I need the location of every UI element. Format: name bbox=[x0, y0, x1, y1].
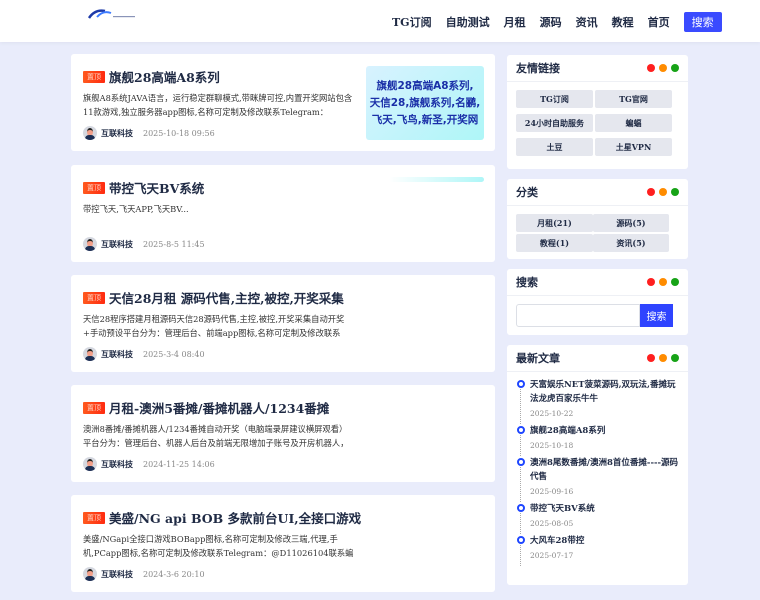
search-input[interactable] bbox=[516, 304, 640, 327]
author-avatar bbox=[83, 457, 97, 471]
thumbnail-text: 旗舰28高端A8系列, bbox=[376, 79, 474, 92]
thumbnail-text: 飞天,飞鸟,新圣,开奖网 bbox=[371, 113, 479, 126]
window-dots-icon bbox=[643, 354, 679, 362]
friend-link[interactable]: 土星VPN bbox=[595, 138, 672, 156]
latest-post-item[interactable]: 澳洲8尾数番摊/澳洲8首位番摊----源码代售 2025-09-16 bbox=[517, 456, 679, 502]
pinned-badge: 置顶 bbox=[83, 401, 105, 414]
widget-title: 最新文章 bbox=[516, 352, 560, 365]
friend-link[interactable]: 土豆 bbox=[516, 138, 593, 156]
latest-post-date: 2025-10-18 bbox=[530, 441, 574, 450]
header-search-button[interactable]: 搜索 bbox=[683, 12, 722, 32]
latest-post-date: 2025-10-22 bbox=[530, 409, 574, 418]
nav-source[interactable]: 源码 bbox=[540, 14, 562, 30]
post-date: 2025-8-5 11:45 bbox=[143, 239, 205, 249]
post-excerpt: 旗舰A8系统JAVA语言，运行稳定群聊模式,带眯牌可控,内置开奖网站包含11款游… bbox=[83, 93, 353, 117]
site-logo[interactable] bbox=[87, 8, 137, 20]
friend-link[interactable]: TG官网 bbox=[595, 90, 672, 108]
latest-post-title[interactable]: 旗舰28高端A8系列 bbox=[530, 424, 679, 438]
post-date: 2025-10-18 09:56 bbox=[143, 128, 215, 138]
post-card[interactable]: 置顶 美盛/NG api BOB 多款前台UI,全接口游戏 美盛/NGapi全接口… bbox=[71, 495, 495, 592]
post-author: 互联科技 bbox=[101, 238, 133, 249]
latest-post-title[interactable]: 大风车28带控 bbox=[530, 534, 679, 548]
category-link[interactable]: 月租(21) bbox=[516, 214, 593, 232]
latest-post-item[interactable]: 带控飞天BV系统 2025-08-05 bbox=[517, 502, 679, 534]
latest-post-item[interactable]: 旗舰28高端A8系列 2025-10-18 bbox=[517, 424, 679, 456]
friend-links-widget: 友情链接 TG订阅 TG官网 24小时自助服务 蝙蝠 土豆 土星VPN bbox=[507, 55, 688, 169]
post-date: 2024-11-25 14:06 bbox=[143, 459, 215, 469]
latest-post-title[interactable]: 澳洲8尾数番摊/澳洲8首位番摊----源码代售 bbox=[530, 456, 679, 484]
window-dots-icon bbox=[643, 278, 679, 286]
friend-link[interactable]: 蝙蝠 bbox=[595, 114, 672, 132]
category-link[interactable]: 源码(5) bbox=[593, 214, 669, 232]
pinned-badge: 置顶 bbox=[83, 70, 105, 83]
categories-widget: 分类 月租(21) 源码(5) 教程(1) 资讯(5) bbox=[507, 179, 688, 259]
post-card[interactable]: 置顶 月租-澳洲5番摊/番摊机器人/1234番摊 澳洲8番摊/番摊机器人/1234… bbox=[71, 385, 495, 482]
author-avatar bbox=[83, 347, 97, 361]
pinned-badge: 置顶 bbox=[83, 181, 105, 194]
friend-link[interactable]: TG订阅 bbox=[516, 90, 593, 108]
latest-post-item[interactable]: 天富娱乐NET菠菜源码,双玩法,番摊玩法龙虎百家乐牛牛 2025-10-22 bbox=[517, 378, 679, 424]
latest-post-item[interactable]: 大风车28带控 2025-07-17 bbox=[517, 534, 679, 566]
latest-post-date: 2025-08-05 bbox=[530, 519, 574, 528]
main-nav: TG订阅 自助测试 月租 源码 资讯 教程 首页 搜索 bbox=[392, 12, 722, 32]
post-author: 互联科技 bbox=[101, 568, 133, 579]
latest-post-date: 2025-09-16 bbox=[530, 487, 574, 496]
post-thumbnail[interactable]: 旗舰28高端A8系列, 天信28,旗舰系列,名鹂, 飞天,飞鸟,新圣,开奖网 bbox=[366, 66, 484, 140]
author-avatar bbox=[83, 567, 97, 581]
post-excerpt: 带控飞天,飞天APP,飞天BV... bbox=[83, 204, 189, 214]
post-excerpt: 澳洲8番摊/番摊机器人/1234番摊自动开奖（电脑端录屏建议横屏观看）平台分为：… bbox=[83, 424, 349, 448]
pinned-badge: 置顶 bbox=[83, 291, 105, 304]
category-link[interactable]: 资讯(5) bbox=[593, 234, 669, 252]
post-title[interactable]: 天信28月租 源码代售,主控,被控,开奖采集 bbox=[109, 288, 344, 307]
widget-title: 分类 bbox=[516, 186, 538, 199]
post-card[interactable]: 置顶 带控飞天BV系统 带控飞天,飞天APP,飞天BV... 互联科技 2025-8… bbox=[71, 165, 495, 262]
post-title[interactable]: 美盛/NG api BOB 多款前台UI,全接口游戏 bbox=[109, 508, 361, 527]
post-card[interactable]: 置顶 旗舰28高端A8系列 旗舰A8系统JAVA语言，运行稳定群聊模式,带眯牌可控… bbox=[71, 54, 495, 151]
post-author: 互联科技 bbox=[101, 127, 133, 138]
nav-self-test[interactable]: 自助测试 bbox=[446, 14, 490, 30]
thumbnail-text: 天信28,旗舰系列,名鹂, bbox=[369, 96, 481, 109]
nav-tutorial[interactable]: 教程 bbox=[612, 14, 634, 30]
widget-title: 友情链接 bbox=[516, 62, 560, 75]
post-title[interactable]: 月租-澳洲5番摊/番摊机器人/1234番摊 bbox=[109, 398, 329, 417]
post-card[interactable]: 置顶 天信28月租 源码代售,主控,被控,开奖采集 天信28程序搭建月租源码天信2… bbox=[71, 275, 495, 372]
category-link[interactable]: 教程(1) bbox=[516, 234, 593, 252]
nav-monthly[interactable]: 月租 bbox=[504, 14, 526, 30]
window-dots-icon bbox=[643, 188, 679, 196]
friend-link[interactable]: 24小时自助服务 bbox=[516, 114, 593, 132]
latest-post-title[interactable]: 天富娱乐NET菠菜源码,双玩法,番摊玩法龙虎百家乐牛牛 bbox=[530, 378, 679, 406]
latest-post-date: 2025-07-17 bbox=[530, 551, 574, 560]
post-title[interactable]: 旗舰28高端A8系列 bbox=[109, 67, 220, 86]
search-button[interactable]: 搜索 bbox=[640, 304, 673, 327]
author-avatar bbox=[83, 237, 97, 251]
nav-home[interactable]: 首页 bbox=[648, 14, 670, 30]
nav-tg-subscribe[interactable]: TG订阅 bbox=[392, 14, 432, 30]
pinned-badge: 置顶 bbox=[83, 511, 105, 524]
post-author: 互联科技 bbox=[101, 458, 133, 469]
post-date: 2024-3-6 20:10 bbox=[143, 569, 205, 579]
post-title[interactable]: 带控飞天BV系统 bbox=[109, 178, 204, 197]
search-widget: 搜索 搜索 bbox=[507, 269, 688, 335]
post-date: 2025-3-4 08:40 bbox=[143, 349, 205, 359]
latest-post-title[interactable]: 带控飞天BV系统 bbox=[530, 502, 679, 516]
post-excerpt: 美盛/NGapi全接口游戏BOBapp图标,名称可定制及修改三端,代理,手机,P… bbox=[83, 534, 354, 558]
post-excerpt: 天信28程序搭建月租源码天信28源码代售,主控,被控,开奖采集自动开奖+手动预设… bbox=[83, 314, 345, 338]
author-avatar bbox=[83, 126, 97, 140]
window-dots-icon bbox=[643, 64, 679, 72]
nav-news[interactable]: 资讯 bbox=[576, 14, 598, 30]
widget-title: 搜索 bbox=[516, 276, 538, 289]
latest-posts-widget: 最新文章 天富娱乐NET菠菜源码,双玩法,番摊玩法龙虎百家乐牛牛 2025-10-… bbox=[507, 345, 688, 585]
post-thumbnail[interactable] bbox=[389, 177, 484, 182]
header: TG订阅 自助测试 月租 源码 资讯 教程 首页 搜索 bbox=[0, 0, 760, 42]
post-author: 互联科技 bbox=[101, 348, 133, 359]
